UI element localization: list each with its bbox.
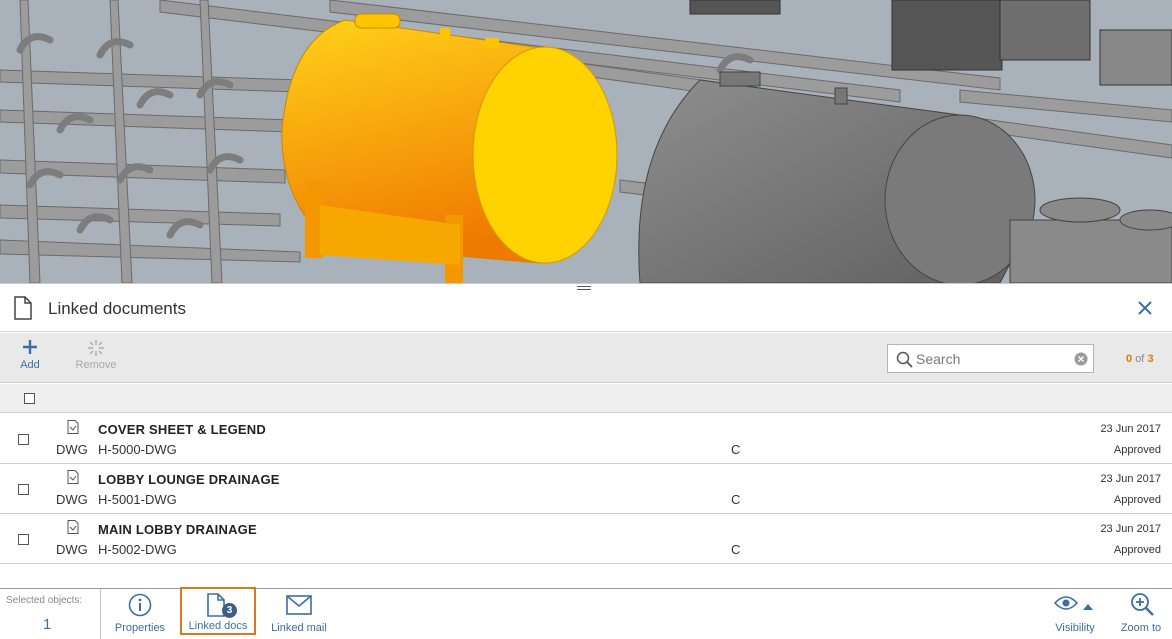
document-date: 23 Jun 2017 (1100, 423, 1161, 435)
add-label: Add (20, 359, 40, 371)
panel-title: Linked documents (48, 299, 186, 318)
count-of: of (1135, 353, 1145, 365)
unlink-icon (70, 339, 122, 359)
document-number: H-5002-DWG (98, 542, 177, 557)
eye-icon (1053, 595, 1079, 614)
document-row[interactable]: COVER SHEET & LEGEND DWG H-5000-DWG C 23… (0, 414, 1172, 464)
document-row[interactable]: MAIN LOBBY DRAINAGE DWG H-5002-DWG C 23 … (0, 514, 1172, 564)
search-input[interactable] (916, 349, 1066, 369)
linked-mail-button[interactable]: Linked mail (264, 589, 334, 639)
linked-docs-button[interactable]: 3 Linked docs (180, 587, 256, 635)
row-checkbox[interactable] (18, 484, 29, 495)
plus-icon (14, 339, 46, 359)
linked-docs-badge: 3 (222, 603, 237, 618)
document-icon (12, 296, 34, 325)
drawing-file-icon (67, 520, 79, 539)
3d-viewport[interactable] (0, 0, 1172, 283)
info-icon (128, 593, 152, 620)
document-row[interactable]: LOBBY LOUNGE DRAINAGE DWG H-5001-DWG C 2… (0, 464, 1172, 514)
selected-objects-count: 1 (43, 616, 52, 633)
zoom-to-button[interactable]: Zoom to (1113, 589, 1169, 639)
document-revision: C (731, 442, 741, 457)
document-status: Approved (1113, 494, 1161, 506)
zoom-in-icon (1130, 592, 1154, 619)
document-number: H-5000-DWG (98, 442, 177, 457)
search-icon (896, 351, 913, 373)
zoom-to-label: Zoom to (1120, 622, 1162, 634)
properties-button[interactable]: Properties (108, 589, 172, 639)
document-type: DWG (56, 492, 88, 507)
drawing-file-icon (67, 420, 79, 439)
linked-mail-label: Linked mail (271, 622, 327, 634)
document-status: Approved (1113, 544, 1161, 556)
result-count: 0 of 3 (1126, 353, 1154, 365)
caret-up-icon (1083, 601, 1093, 613)
document-title: MAIN LOBBY DRAINAGE (98, 522, 257, 537)
visibility-label: Visibility (1055, 622, 1095, 634)
clear-search-icon[interactable] (1074, 352, 1088, 371)
visibility-button[interactable]: Visibility (1046, 589, 1104, 639)
document-type: DWG (56, 542, 88, 557)
bottom-toolbar: Selected objects: 1 Properties 3 Linked … (0, 587, 1172, 639)
document-title: LOBBY LOUNGE DRAINAGE (98, 472, 280, 487)
panel-header: Linked documents (0, 284, 1172, 332)
linked-docs-label: Linked docs (188, 620, 248, 632)
add-button[interactable]: Add (14, 339, 46, 371)
document-title: COVER SHEET & LEGEND (98, 422, 266, 437)
document-type: DWG (56, 442, 88, 457)
document-revision: C (731, 542, 741, 557)
linked-documents-panel: Linked documents Add Remove Search 0 of … (0, 283, 1172, 589)
document-revision: C (731, 492, 741, 507)
select-all-row (0, 384, 1172, 413)
row-checkbox[interactable] (18, 534, 29, 545)
document-date: 23 Jun 2017 (1100, 523, 1161, 535)
drawing-file-icon (67, 470, 79, 489)
toolbar: Add Remove 0 of 3 (0, 333, 1172, 383)
remove-button[interactable]: Remove (70, 339, 122, 371)
selected-objects: Selected objects: 1 (0, 589, 101, 639)
remove-label: Remove (75, 359, 117, 371)
document-status: Approved (1113, 444, 1161, 456)
row-checkbox[interactable] (18, 434, 29, 445)
select-all-checkbox[interactable] (24, 393, 35, 404)
selected-objects-label: Selected objects: (6, 595, 83, 606)
count-current: 0 (1126, 353, 1133, 365)
count-total: 3 (1147, 353, 1154, 365)
mail-icon (286, 595, 312, 618)
model-scene (0, 0, 1172, 283)
close-icon[interactable] (1136, 299, 1154, 317)
search-field[interactable] (887, 344, 1094, 373)
properties-label: Properties (114, 622, 166, 634)
document-number: H-5001-DWG (98, 492, 177, 507)
document-date: 23 Jun 2017 (1100, 473, 1161, 485)
